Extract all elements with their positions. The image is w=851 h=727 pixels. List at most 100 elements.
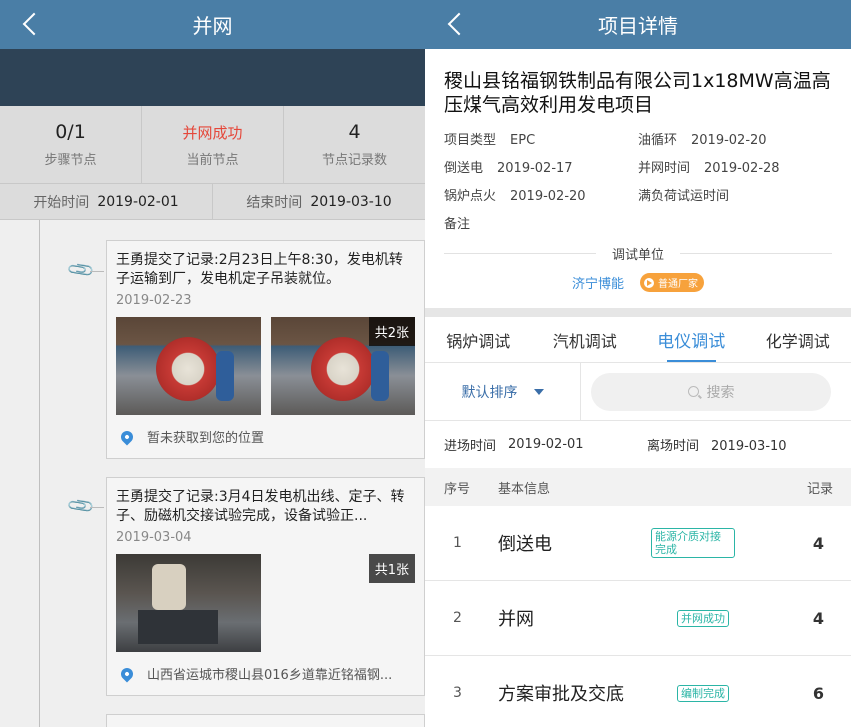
record-text: 王勇提交了记录:3月4日发电机出线、定子、转子、励磁机交接试验完成，设备试验正.… bbox=[116, 489, 405, 524]
row-status-tag: 能源介质对接完成 bbox=[651, 528, 735, 558]
col-info: 基本信息 bbox=[498, 481, 551, 497]
info-backfeed: 倒送电 2019-02-17 bbox=[444, 157, 638, 176]
end-time-label: 结束时间 bbox=[246, 194, 303, 211]
record-timeline: 📎 王勇提交了记录:2月23日上午8:30，发电机转子运输到厂，发电机定子吊装就… bbox=[0, 220, 425, 727]
record-card[interactable]: 王勇提交了记录:3月4日发电机出线、定子、转子、励磁机交接试验完成，设备试验正.… bbox=[106, 477, 425, 696]
row-count: 6 bbox=[812, 683, 824, 703]
stat-steps: 0/1 步骤节点 bbox=[0, 106, 142, 183]
stat-label: 步骤节点 bbox=[44, 153, 97, 168]
left-header: 并网 bbox=[0, 0, 425, 49]
photo-count-badge: 共2张 bbox=[368, 317, 415, 346]
site-times: 进场时间 2019-02-01 离场时间 2019-03-10 bbox=[425, 421, 851, 468]
stat-label: 节点记录数 bbox=[321, 153, 387, 168]
record-photo[interactable] bbox=[116, 317, 261, 415]
record-card[interactable]: 王勇提交了记录:2月23日上午8:30，发电机转子运输到厂，发电机定子吊装就位。… bbox=[106, 240, 425, 459]
row-no: 1 bbox=[453, 535, 462, 551]
row-name: 倒送电 bbox=[498, 534, 552, 555]
table-row[interactable]: 1 倒送电 能源介质对接完成 4 bbox=[425, 506, 851, 581]
stat-record-count: 4 节点记录数 bbox=[284, 106, 425, 183]
sort-dropdown[interactable]: 默认排序 bbox=[425, 362, 581, 421]
info-label: 油循环 bbox=[638, 133, 678, 148]
entry-time-value: 2019-02-01 bbox=[508, 437, 584, 452]
header-band bbox=[0, 49, 425, 106]
info-value: 2019-02-17 bbox=[497, 161, 573, 176]
stat-label: 当前节点 bbox=[186, 152, 239, 168]
debug-unit: 济宁博能 普通厂家 bbox=[425, 273, 851, 292]
info-label: 倒送电 bbox=[444, 161, 484, 176]
stats-bar: 0/1 步骤节点 并网成功 当前节点 4 节点记录数 bbox=[0, 106, 425, 184]
info-oil-cycle: 油循环 2019-02-20 bbox=[638, 129, 832, 148]
exit-time-label: 离场时间 bbox=[647, 439, 700, 454]
vendor-badge-label: 普通厂家 bbox=[658, 279, 698, 290]
search-icon bbox=[687, 386, 699, 397]
project-name: 稷山县铭福钢铁制品有限公司1x18MW高温高压煤气高效利用发电项目 bbox=[444, 70, 831, 116]
timeline-line bbox=[39, 220, 40, 727]
record-location: 山西省运城市稷山县016乡道靠近铭福钢... bbox=[116, 664, 415, 683]
record-date: 2019-03-04 bbox=[116, 530, 192, 545]
start-time-value: 2019-02-01 bbox=[97, 193, 179, 210]
back-icon[interactable] bbox=[16, 8, 44, 40]
back-icon[interactable] bbox=[441, 8, 469, 40]
record-card[interactable] bbox=[106, 714, 425, 727]
location-pin-icon bbox=[118, 428, 136, 445]
tab-electrical[interactable]: 电仪调试 bbox=[638, 317, 745, 362]
row-name: 并网 bbox=[498, 609, 534, 630]
tab-turbine[interactable]: 汽机调试 bbox=[532, 317, 639, 362]
table-row[interactable]: 2 并网 并网成功 4 bbox=[425, 581, 851, 656]
info-grid-time: 并网时间 2019-02-28 bbox=[638, 157, 832, 176]
info-label: 项目类型 bbox=[444, 133, 497, 148]
vendor-badge: 普通厂家 bbox=[640, 273, 704, 292]
right-pane: 项目详情 稷山县铭福钢铁制品有限公司1x18MW高温高压煤气高效利用发电项目 项… bbox=[425, 0, 851, 727]
record-photo[interactable] bbox=[116, 554, 261, 652]
info-value: 2019-02-20 bbox=[510, 189, 586, 204]
row-no: 2 bbox=[453, 610, 462, 626]
info-remark: 备注 bbox=[444, 213, 638, 232]
section-gap bbox=[425, 308, 851, 317]
vendor-play-icon bbox=[644, 277, 654, 288]
tab-boiler[interactable]: 锅炉调试 bbox=[425, 317, 532, 362]
paperclip-icon: 📎 bbox=[65, 255, 104, 286]
info-label: 并网时间 bbox=[638, 161, 691, 176]
info-type: 项目类型 EPC bbox=[444, 129, 638, 148]
info-label: 满负荷试运时间 bbox=[638, 189, 730, 204]
location-text: 暂未获取到您的位置 bbox=[147, 431, 265, 446]
row-no: 3 bbox=[453, 685, 462, 701]
filter-bar: 默认排序 搜索 bbox=[425, 362, 851, 421]
exit-time-value: 2019-03-10 bbox=[711, 439, 787, 454]
stat-value: 4 bbox=[348, 121, 361, 143]
search-input[interactable]: 搜索 bbox=[591, 372, 831, 411]
debug-unit-name[interactable]: 济宁博能 bbox=[572, 273, 624, 292]
debug-unit-divider: 调试单位 bbox=[425, 244, 851, 263]
end-time: 结束时间 2019-03-10 bbox=[213, 184, 425, 219]
sort-label: 默认排序 bbox=[461, 384, 518, 401]
photo-count-badge: 共1张 bbox=[368, 554, 415, 583]
info-full-load: 满负荷试运时间 bbox=[638, 185, 832, 204]
search-placeholder: 搜索 bbox=[706, 384, 735, 401]
location-pin-icon bbox=[118, 665, 136, 682]
start-time: 开始时间 2019-02-01 bbox=[0, 184, 213, 219]
row-count: 4 bbox=[812, 533, 824, 553]
record-text: 王勇提交了记录:2月23日上午8:30，发电机转子运输到厂，发电机定子吊装就位。 bbox=[116, 252, 403, 287]
end-time-value: 2019-03-10 bbox=[310, 193, 392, 210]
record-photos: 共1张 bbox=[116, 554, 415, 652]
left-page-title: 并网 bbox=[192, 14, 233, 38]
time-range: 开始时间 2019-02-01 结束时间 2019-03-10 bbox=[0, 184, 425, 220]
right-header: 项目详情 bbox=[425, 0, 851, 49]
exit-time: 离场时间 2019-03-10 bbox=[647, 435, 787, 454]
info-boiler-ignition: 锅炉点火 2019-02-20 bbox=[444, 185, 638, 204]
tab-chemical[interactable]: 化学调试 bbox=[745, 317, 851, 362]
table-row[interactable]: 3 方案审批及交底 编制完成 6 bbox=[425, 656, 851, 727]
record-photos: 共2张 bbox=[116, 317, 415, 415]
info-value: 2019-02-28 bbox=[704, 161, 780, 176]
stat-value: 并网成功 bbox=[182, 123, 243, 142]
location-text: 山西省运城市稷山县016乡道靠近铭福钢... bbox=[147, 668, 393, 683]
row-status-tag: 编制完成 bbox=[677, 684, 729, 702]
row-name: 方案审批及交底 bbox=[498, 684, 624, 705]
right-page-title: 项目详情 bbox=[598, 14, 678, 38]
debug-unit-label: 调试单位 bbox=[612, 248, 665, 263]
left-pane: 并网 0/1 步骤节点 并网成功 当前节点 4 节点记录数 开始时间 2019-0… bbox=[0, 0, 425, 727]
record-photo[interactable]: 共2张 bbox=[270, 317, 415, 415]
info-label: 备注 bbox=[444, 217, 471, 232]
info-value: EPC bbox=[510, 133, 536, 148]
info-label: 锅炉点火 bbox=[444, 189, 497, 204]
